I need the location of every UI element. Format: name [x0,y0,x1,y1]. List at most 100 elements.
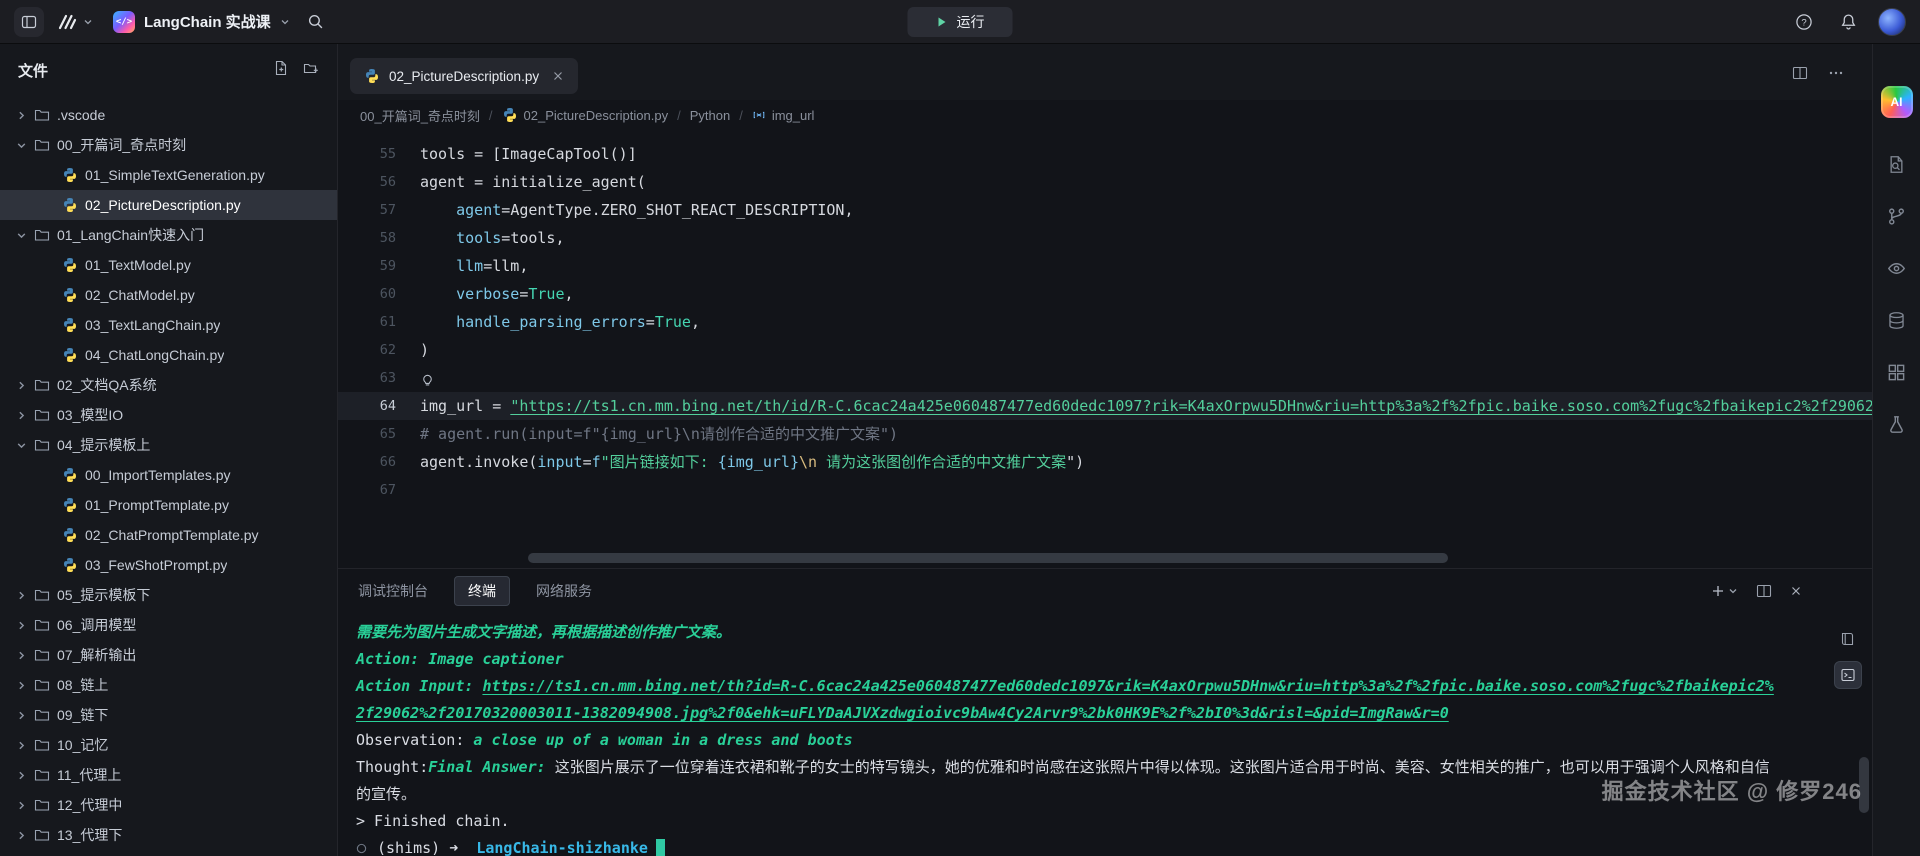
code-line[interactable]: 62) [338,336,1872,364]
python-icon [62,527,78,543]
terminal-tab-button[interactable] [1834,661,1862,689]
item-label: 01_SimpleTextGeneration.py [85,167,265,183]
tree-folder-item[interactable]: 00_开篇词_奇点时刻 [0,130,337,160]
code-line[interactable]: 60 verbose=True, [338,280,1872,308]
terminal-link[interactable]: https://ts1.cn.mm.bing.net/th?id=R-C.6ca… [356,677,1774,722]
tree-file-item[interactable]: 01_PromptTemplate.py [0,490,337,520]
panel-tab-debug-console[interactable]: 调试控制台 [356,576,430,606]
breadcrumb-item[interactable]: Python [690,108,730,123]
main-area: 文件 .vscode00_开篇词_奇点时刻01_SimpleTextGenera… [0,44,1920,856]
code-line[interactable]: 64img_url = "https://ts1.cn.mm.bing.net/… [338,392,1872,420]
tree-folder-item[interactable]: 13_代理下 [0,820,337,850]
new-folder-button[interactable] [303,60,319,81]
folder-icon [34,677,50,693]
tree-folder-item[interactable]: 10_记忆 [0,730,337,760]
code-line[interactable]: 67 [338,476,1872,504]
help-button[interactable]: ? [1790,8,1818,36]
project-name: LangChain 实战课 [144,11,271,32]
editor[interactable]: 55tools = [ImageCapTool()]56agent = init… [338,130,1872,568]
tree-folder-item[interactable]: 04_提示模板上 [0,430,337,460]
panel-tab-terminal[interactable]: 终端 [454,576,510,606]
tree-folder-item[interactable]: 03_模型IO [0,400,337,430]
app-menu-button[interactable] [14,7,44,37]
lightbulb-icon[interactable] [420,372,435,387]
code-line[interactable]: 57 agent=AgentType.ZERO_SHOT_REACT_DESCR… [338,196,1872,224]
terminal-output: 需要先为图片生成文字描述，再根据描述创作推广文案。Action: Image c… [356,619,1776,856]
close-panel-button[interactable] [1790,585,1802,597]
tree-file-item[interactable]: 03_FewShotPrompt.py [0,550,337,580]
tree-file-item[interactable]: 04_ChatLongChain.py [0,340,337,370]
code-line[interactable]: 65# agent.run(input=f"{img_url}\n请创作合适的中… [338,420,1872,448]
code-text: handle_parsing_errors=True, [396,308,700,336]
code-line[interactable]: 66agent.invoke(input=f"图片链接如下: {img_url}… [338,448,1872,476]
terminal-line: Thought:Final Answer: 这张图片展示了一位穿着连衣裙和靴子的… [356,754,1776,808]
tab-02-picturedescription[interactable]: 02_PictureDescription.py [350,58,578,94]
python-icon [502,107,518,123]
tree-folder-item[interactable]: 07_解析输出 [0,640,337,670]
python-icon [62,257,78,273]
extensions-grid-icon[interactable] [1875,346,1919,398]
panel-header: 调试控制台终端网络服务 [338,569,1872,613]
tree-file-item[interactable]: 01_TextModel.py [0,250,337,280]
code-link[interactable]: "https://ts1.cn.mm.bing.net/th/id/R-C.6c… [510,397,1872,415]
grid-icon [1887,363,1906,382]
notifications-button[interactable] [1834,8,1862,36]
tree-file-item[interactable]: 03_TextLangChain.py [0,310,337,340]
project-switcher[interactable]: </> LangChain 实战课 [113,11,290,33]
tree-folder-item[interactable]: 01_LangChain快速入门 [0,220,337,250]
tree-folder-item[interactable]: .vscode [0,100,337,130]
code-line[interactable]: 55tools = [ImageCapTool()] [338,140,1872,168]
file-search-icon[interactable] [1875,138,1919,190]
code-text: img_url = "https://ts1.cn.mm.bing.net/th… [396,392,1872,420]
ai-assistant-button[interactable]: AI [1881,86,1913,118]
flask-icon[interactable] [1875,398,1919,450]
breadcrumb-item[interactable]: 00_开篇词_奇点时刻 [360,106,480,125]
tree-folder-item[interactable]: 11_代理上 [0,760,337,790]
code-line[interactable]: 58 tools=tools, [338,224,1872,252]
code-line[interactable]: 56agent = initialize_agent( [338,168,1872,196]
app-logo[interactable] [56,11,93,33]
split-editor-button[interactable] [1792,65,1808,86]
code-line[interactable]: 63 [338,364,1872,392]
tree-folder-item[interactable]: 09_链下 [0,700,337,730]
tree-folder-item[interactable]: 06_调用模型 [0,610,337,640]
new-terminal-button[interactable] [1711,584,1738,598]
code-line[interactable]: 59 llm=llm, [338,252,1872,280]
run-button[interactable]: 运行 [908,7,1013,37]
tree-folder-item[interactable]: 12_代理中 [0,790,337,820]
folder-icon [34,827,50,843]
symbol-variable-icon [752,108,766,122]
item-label: 09_链下 [57,705,108,725]
tree-folder-item[interactable]: 08_链上 [0,670,337,700]
search-icon [307,13,324,30]
panel-tab-network-service[interactable]: 网络服务 [534,576,594,606]
split-terminal-button[interactable] [1756,583,1772,599]
terminal-line: 需要先为图片生成文字描述，再根据描述创作推广文案。 [356,619,1776,646]
breadcrumb-item[interactable]: 02_PictureDescription.py [502,107,669,123]
tree-file-item[interactable]: 02_ChatPromptTemplate.py [0,520,337,550]
item-label: 04_ChatLongChain.py [85,347,224,363]
tree-file-item[interactable]: 00_ImportTemplates.py [0,460,337,490]
tree-file-item[interactable]: 02_ChatModel.py [0,280,337,310]
git-branch-icon[interactable] [1875,190,1919,242]
breadcrumb-item[interactable]: img_url [752,108,815,123]
horizontal-scrollbar[interactable] [528,553,1448,563]
new-file-button[interactable] [273,60,289,81]
chevron-right-icon [16,380,27,391]
database-icon[interactable] [1875,294,1919,346]
eye-icon[interactable] [1875,242,1919,294]
close-icon[interactable] [552,70,564,82]
editor-more-button[interactable] [1828,65,1844,86]
terminal-output-button[interactable] [1834,625,1862,653]
terminal[interactable]: 需要先为图片生成文字描述，再根据描述创作推广文案。Action: Image c… [338,613,1872,856]
tree-file-item[interactable]: 02_PictureDescription.py [0,190,337,220]
avatar[interactable] [1878,8,1906,36]
search-button[interactable] [302,8,330,36]
terminal-prompt[interactable]: (shims) ➜ LangChain-shizhanke [356,835,1776,856]
tree-folder-item[interactable]: 05_提示模板下 [0,580,337,610]
item-label: 01_PromptTemplate.py [85,497,229,513]
tree-file-item[interactable]: 01_SimpleTextGeneration.py [0,160,337,190]
line-number: 57 [338,196,396,224]
tree-folder-item[interactable]: 02_文档QA系统 [0,370,337,400]
code-line[interactable]: 61 handle_parsing_errors=True, [338,308,1872,336]
